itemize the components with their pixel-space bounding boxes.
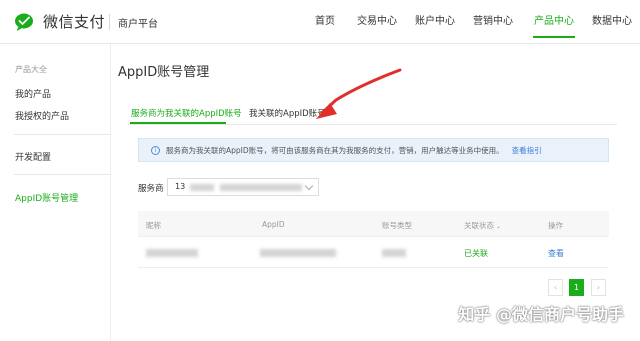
sidebar: 产品大全 我的产品 我授权的产品 开发配置 AppID账号管理 [0, 44, 111, 341]
sidebar-divider [14, 134, 111, 135]
top-bar: 微信支付 商户平台 首页 交易中心 账户中心 营销中心 产品中心 数据中心 [0, 0, 640, 44]
zhihu-watermark: 知乎 @微信商户号助手 [458, 305, 624, 324]
select-value: 13 [175, 182, 186, 191]
redacted-account-type [382, 249, 406, 257]
redacted-appid [260, 249, 336, 257]
header-divider [109, 14, 110, 30]
redacted-text [220, 184, 302, 191]
redacted-text [190, 184, 214, 191]
nav-account-center[interactable]: 账户中心 [414, 0, 456, 44]
sort-chevron-icon[interactable]: ⌄ [496, 223, 501, 230]
chevron-down-icon [304, 181, 314, 191]
col-link-status-label: 关联状态 [464, 221, 494, 230]
wechat-pay-logo[interactable]: 微信支付 [14, 11, 105, 32]
nav-product-center[interactable]: 产品中心 [533, 0, 575, 44]
view-link[interactable]: 查看 [548, 248, 564, 259]
info-icon: i [151, 145, 160, 155]
sidebar-section-title: 产品大全 [15, 65, 47, 74]
next-page-button[interactable]: › [591, 279, 606, 296]
service-provider-select[interactable]: 13 [167, 178, 319, 196]
nav-home[interactable]: 首页 [310, 0, 340, 44]
tab-my-linked-appid[interactable]: 我关联的AppID账号 [249, 107, 326, 119]
merchant-platform-label: 商户平台 [118, 19, 158, 30]
page-title: AppID账号管理 [118, 65, 210, 80]
col-account-type: 账号类型 [382, 221, 412, 230]
brand-name: 微信支付 [43, 13, 106, 31]
redacted-nickname [146, 249, 198, 257]
page-button-1[interactable]: 1 [569, 279, 584, 296]
info-text: 服务商为我关联的AppID账号，将可由该服务商在其为我服务的支付，营销，用户触达… [166, 145, 504, 155]
table-header [138, 211, 609, 237]
sidebar-divider [14, 174, 111, 175]
col-appid: AppID [262, 220, 285, 229]
col-link-status: 关联状态 ⌄ [464, 220, 501, 231]
nav-marketing-center[interactable]: 营销中心 [472, 0, 514, 44]
nav-data-center[interactable]: 数据中心 [591, 0, 633, 44]
tab-provider-linked-appid[interactable]: 服务商为我关联的AppID账号 [131, 107, 242, 119]
sidebar-item-authorized-products[interactable]: 我授权的产品 [15, 109, 69, 122]
tabs-divider [128, 124, 617, 125]
info-notice: i 服务商为我关联的AppID账号，将可由该服务商在其为我服务的支付，营销，用户… [138, 138, 609, 162]
sidebar-item-my-products[interactable]: 我的产品 [15, 87, 51, 100]
sidebar-item-appid-management[interactable]: AppID账号管理 [15, 191, 78, 204]
link-status-badge: 已关联 [464, 249, 488, 258]
active-tab-indicator [130, 122, 226, 124]
sidebar-item-dev-config[interactable]: 开发配置 [15, 150, 51, 163]
table-row: 已关联 查看 [138, 238, 609, 268]
col-nickname: 昵称 [146, 221, 161, 230]
nav-trade-center[interactable]: 交易中心 [356, 0, 398, 44]
prev-page-button[interactable]: ‹ [548, 279, 563, 296]
service-provider-label: 服务商 [138, 184, 164, 194]
wechat-logo-icon [15, 13, 33, 31]
view-guide-link[interactable]: 查看指引 [512, 145, 542, 156]
col-action: 操作 [548, 221, 563, 230]
